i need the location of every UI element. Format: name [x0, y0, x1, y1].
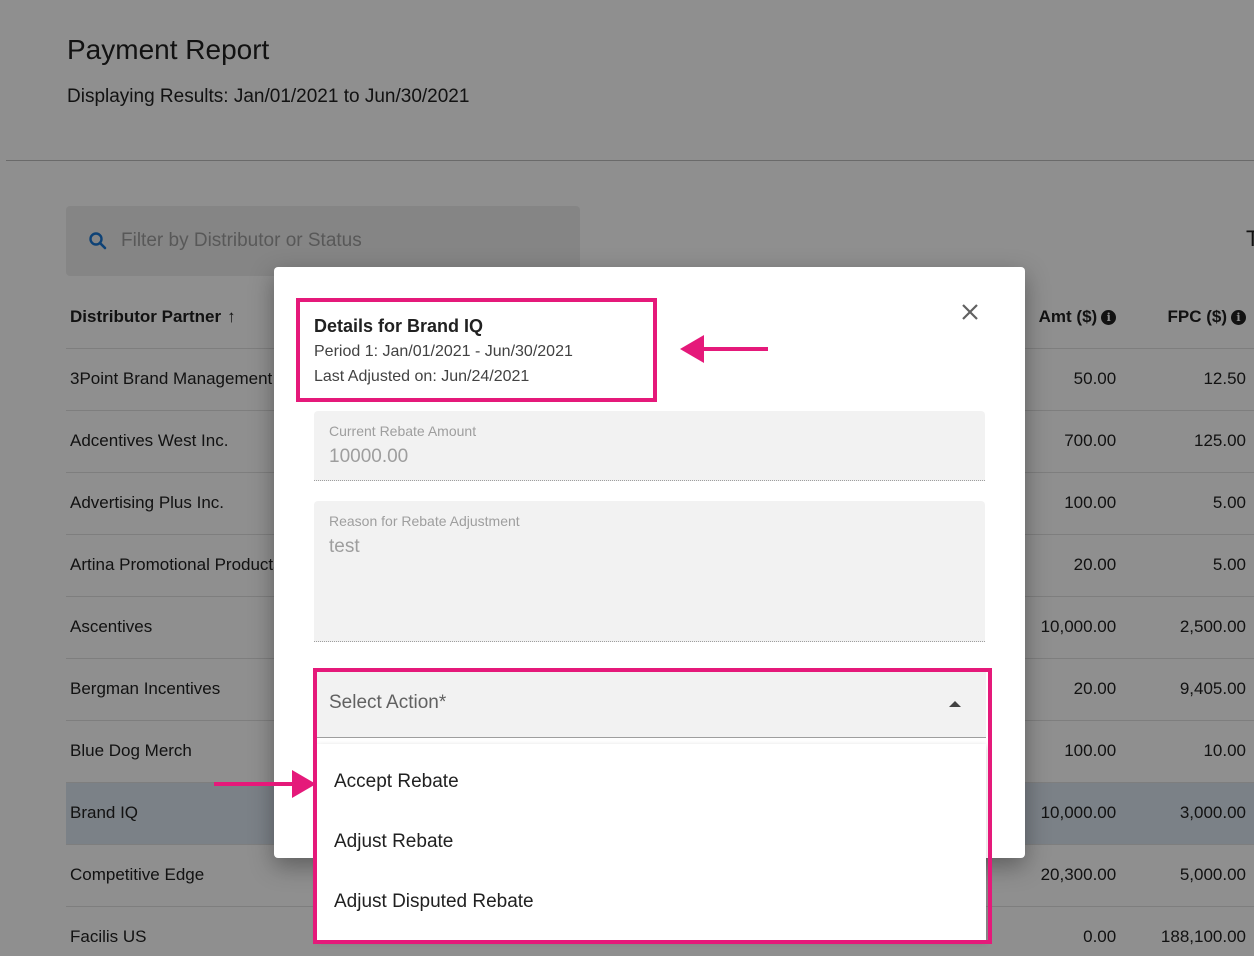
current-rebate-label: Current Rebate Amount [329, 423, 477, 439]
current-rebate-value: 10000.00 [329, 446, 409, 467]
annotation-arrow-right-icon [214, 770, 316, 798]
reason-label: Reason for Rebate Adjustment [329, 513, 520, 529]
reason-field: Reason for Rebate Adjustment test [314, 501, 985, 642]
close-icon[interactable] [954, 296, 986, 328]
reason-value: test [329, 536, 360, 557]
annotation-arrow-left-icon [680, 335, 768, 363]
current-rebate-field: Current Rebate Amount 10000.00 [314, 411, 985, 481]
annotation-highlight-details [296, 298, 657, 402]
annotation-highlight-select [313, 668, 992, 944]
